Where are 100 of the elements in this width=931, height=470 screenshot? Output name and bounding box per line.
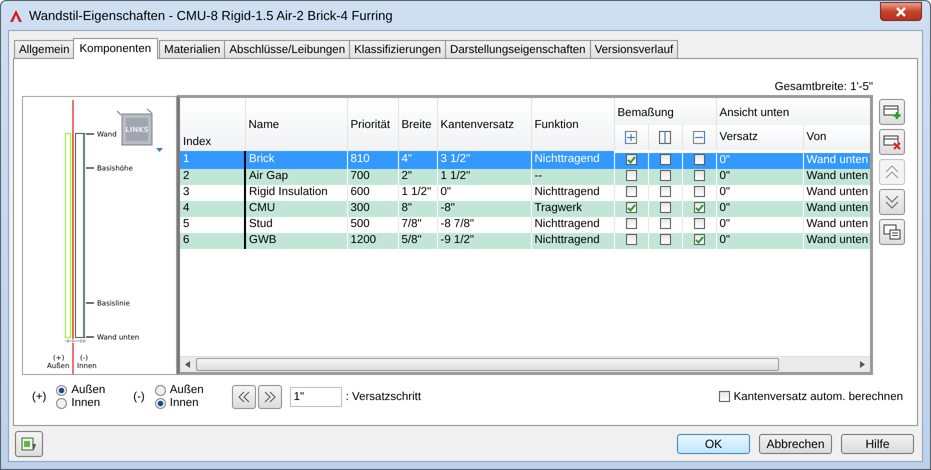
table-cell: Brick (249, 153, 275, 166)
table-cell: Stud (249, 218, 273, 230)
shift-right-button[interactable] (258, 384, 282, 408)
table-row[interactable]: 5 Stud 500 7/8" -8 7/8" Nichttragend 0" Wand unten (180, 216, 870, 232)
table-cell: 0" (720, 170, 730, 182)
table-cell: 1 1/2" (402, 186, 432, 198)
delete-row-icon (883, 134, 901, 150)
tab[interactable]: Klassifizierungen (349, 40, 446, 58)
dialog-button[interactable]: Abbrechen (759, 434, 832, 454)
checkbox[interactable] (660, 218, 670, 230)
table-cell: Nichttragend (534, 186, 600, 198)
table-cell: 5 (183, 218, 190, 230)
table-cell: 1 (183, 153, 190, 166)
checkbox[interactable] (626, 218, 636, 230)
table-cell: 2" (402, 170, 412, 182)
table-cell: 500 (350, 218, 370, 230)
checkbox[interactable] (660, 202, 670, 214)
checkbox[interactable] (626, 154, 636, 166)
radio-option[interactable]: Innen (154, 397, 204, 409)
menu-icon[interactable] (156, 148, 163, 152)
table-cell: Nichttragend (534, 153, 600, 166)
table-cell: 2 (183, 170, 190, 182)
table-cell: GWB (249, 234, 276, 246)
checkbox[interactable] (660, 154, 670, 166)
table-cell: 0" (720, 234, 730, 246)
table-cell: 8" (402, 202, 412, 214)
tab[interactable]: Komponenten (72, 38, 158, 59)
offset-step-field[interactable]: 1" (290, 386, 342, 406)
scroll-left-icon[interactable] (185, 361, 191, 368)
column-header[interactable]: Priorität (347, 98, 398, 151)
column-header[interactable]: Breite (398, 98, 437, 151)
column-header[interactable]: Versatz (716, 125, 804, 151)
checkbox[interactable] (694, 218, 705, 230)
tab[interactable]: Abschlüsse/Leibungen (224, 40, 350, 58)
checkbox[interactable] (660, 234, 670, 246)
table-row[interactable]: 6 GWB 1200 5/8" -9 1/2" Nichttragend 0" Wand unten (180, 232, 870, 248)
table-cell: 4" (402, 153, 412, 166)
shift-left-button[interactable] (232, 384, 256, 408)
table-cell: 6 (183, 234, 190, 246)
double-chevron-right-icon (262, 390, 277, 402)
table-row[interactable]: 4 CMU 300 8" -8" Tragwerk 0" Wand unten (180, 200, 870, 216)
table-cell: 700 (350, 170, 370, 182)
horizontal-scrollbar[interactable] (180, 356, 870, 372)
table-cell: 5/8" (402, 234, 422, 246)
table-cell: 0" (720, 154, 730, 166)
radio-option[interactable]: Außen (56, 384, 106, 396)
offset-step-label: : Versatzschritt (346, 390, 422, 402)
column-header[interactable]: Funktion (531, 98, 614, 151)
checkbox[interactable] (660, 186, 670, 198)
tab[interactable]: Materialien (159, 40, 226, 58)
table-cell: Tragwerk (534, 202, 582, 214)
view-cube-icon[interactable] (116, 108, 152, 146)
tab[interactable]: Darstellungseigenschaften (445, 40, 591, 58)
radio-option[interactable]: Innen (56, 397, 106, 409)
checkbox[interactable] (694, 170, 705, 182)
checkbox[interactable] (626, 170, 636, 182)
checkbox[interactable] (626, 234, 636, 246)
delete-row-button[interactable] (879, 129, 905, 155)
checkbox[interactable] (694, 186, 705, 198)
tab[interactable]: Allgemein (14, 40, 74, 58)
radio-option[interactable]: Außen (154, 384, 204, 396)
column-group-header: Ansicht unten (716, 98, 870, 126)
table-row[interactable]: 2 Air Gap 700 2" 1 1/2" -- 0" Wand unten (180, 168, 870, 184)
checkbox[interactable] (694, 154, 705, 166)
column-header[interactable]: Index (180, 98, 245, 151)
list-row-button[interactable] (879, 219, 905, 245)
table-cell: 300 (350, 202, 370, 214)
table-cell: Wand unten (806, 218, 868, 230)
dialog-button[interactable]: Hilfe (841, 434, 914, 454)
dimension-center-icon[interactable] (659, 130, 671, 144)
table-cell: 810 (350, 153, 370, 166)
column-group-header: Bemaßung (614, 98, 716, 126)
table-cell: 4 (183, 202, 190, 214)
down-row-button[interactable] (879, 189, 905, 215)
dialog-button[interactable]: OK (677, 434, 750, 454)
dimension-minus-icon[interactable] (693, 130, 706, 144)
checkbox[interactable] (626, 202, 636, 214)
add-row-button[interactable] (879, 99, 905, 125)
auto-offset-checkbox[interactable]: Kantenversatz autom. berechnen (718, 390, 903, 402)
total-width-label: Gesamtbreite: 1'-5" (774, 81, 873, 93)
preview-panel-icon (21, 436, 37, 452)
column-header[interactable]: Name (245, 98, 347, 151)
table-cell: -8" (440, 202, 455, 214)
table-cell: Air Gap (249, 170, 288, 182)
dimension-plus-icon[interactable] (625, 130, 637, 144)
add-row-icon (883, 104, 901, 120)
preview-toggle-button[interactable] (15, 430, 43, 456)
tab[interactable]: Versionsverlauf (590, 40, 678, 58)
column-header[interactable]: Von (803, 125, 870, 151)
close-button[interactable] (880, 2, 922, 21)
checkbox[interactable] (694, 234, 705, 246)
table-cell: 0" (440, 186, 451, 198)
window-title: Wandstil-Eigenschaften - CMU-8 Rigid-1.5 Air-2 Brick-4 Furring (29, 8, 394, 23)
scroll-right-icon[interactable] (859, 361, 865, 368)
checkbox[interactable] (694, 202, 705, 214)
side-label: (+) (32, 390, 46, 402)
column-header[interactable]: Kantenversatz (437, 98, 531, 151)
table-row[interactable]: 3 Rigid Insulation 600 1 1/2" 0" Nichttragend 0" Wand unten (180, 184, 870, 200)
checkbox[interactable] (660, 170, 670, 182)
checkbox[interactable] (626, 186, 636, 198)
